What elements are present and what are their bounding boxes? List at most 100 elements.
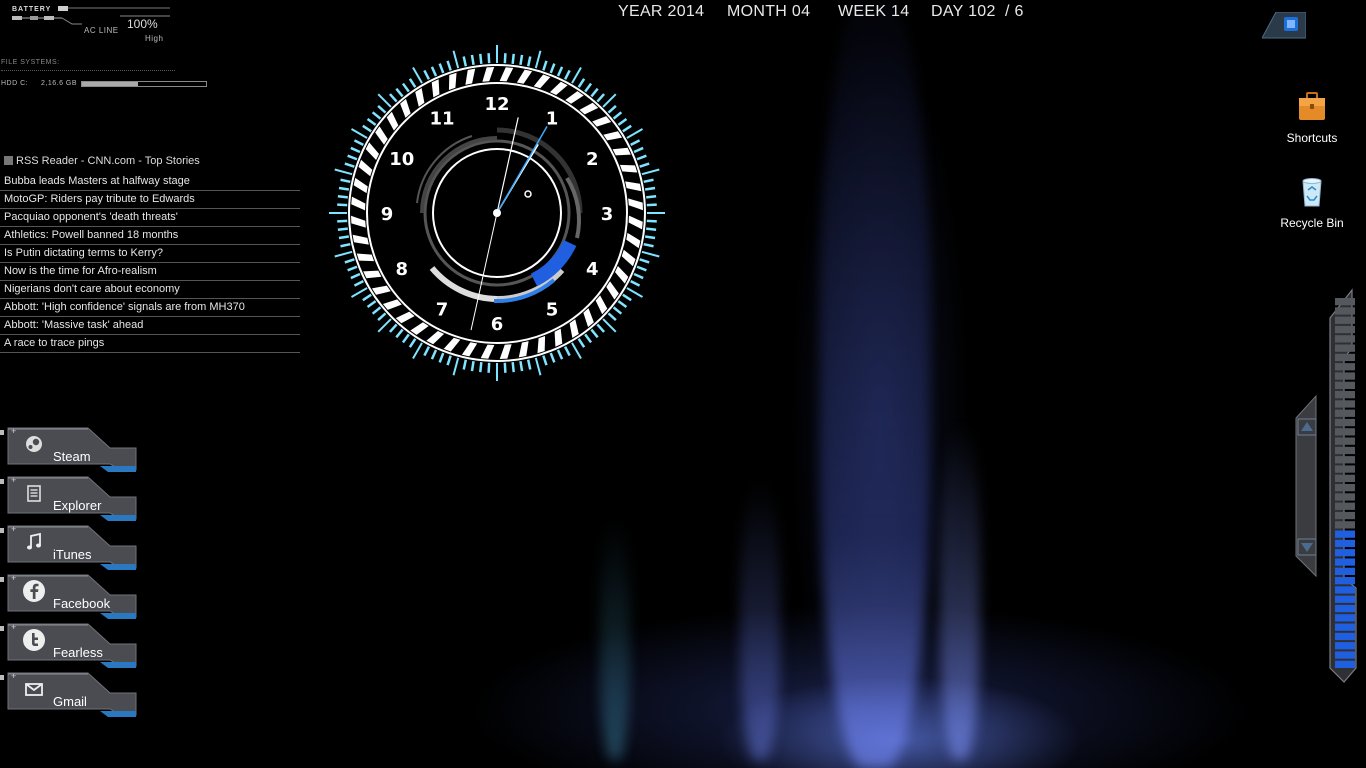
clock-tick [337, 227, 348, 231]
clock-segment [628, 198, 643, 211]
wallpaper-beam [600, 520, 630, 760]
clock-tick [503, 362, 507, 373]
calendar-weekday: / 6 [1005, 3, 1024, 20]
clock-segment [537, 335, 546, 354]
rss-item[interactable]: A race to trace pings [0, 335, 300, 353]
clock-number: 6 [491, 314, 504, 335]
clock-tick [633, 272, 644, 280]
volume-bar [1335, 325, 1355, 334]
clock-tick [366, 117, 377, 126]
desktop-icon-label: Shortcuts [1286, 131, 1338, 145]
clock-segment [371, 285, 391, 295]
clock-tick [526, 359, 532, 370]
clock-second-hand [496, 126, 548, 214]
drive-size: 2,16.6 GB [41, 80, 78, 87]
rss-item[interactable]: Athletics: Powell banned 18 months [0, 227, 300, 245]
volume-bar [1335, 446, 1355, 455]
rss-item[interactable]: MotoGP: Riders pay tribute to Edwards [0, 191, 300, 209]
volume-bar [1335, 298, 1355, 306]
rss-item[interactable]: Now is the time for Afro-realism [0, 263, 300, 281]
rss-item[interactable]: Bubba leads Masters at halfway stage [0, 173, 300, 191]
clock-tick [351, 287, 368, 298]
clock-segment [615, 265, 629, 284]
launcher-label: Gmail [53, 694, 87, 709]
volume-bar [1335, 418, 1355, 427]
desktop-icon-recycle-bin[interactable]: Recycle Bin [1272, 175, 1352, 230]
clock-tick [344, 258, 355, 264]
clock-tick [596, 323, 605, 333]
rss-title: RSS Reader - CNN.com - Top Stories [4, 155, 200, 167]
launcher-gmail[interactable]: + Gmail [0, 671, 140, 719]
calendar-day: DAY 102 [931, 3, 996, 20]
drive-usage-fill [82, 82, 138, 86]
launcher-label: iTunes [53, 547, 92, 562]
rss-item[interactable]: Abbott: 'Massive task' ahead [0, 317, 300, 335]
launcher-explorer[interactable]: + Explorer [0, 475, 140, 523]
volume-bar [1335, 465, 1355, 473]
desktop-icon-shortcuts[interactable]: Shortcuts [1272, 90, 1352, 145]
rss-item[interactable]: Is Putin dictating terms to Kerry? [0, 245, 300, 263]
clock-tick [438, 63, 445, 74]
launcher-facebook[interactable]: + Facebook [0, 573, 140, 621]
clock-tick [462, 56, 468, 67]
clock-number: 4 [586, 259, 599, 280]
clock-tick [596, 93, 605, 103]
volume-bar [1335, 316, 1355, 324]
volume-up-button[interactable] [1297, 418, 1317, 436]
clock-tick [644, 235, 656, 240]
clock-tick [622, 124, 632, 133]
clock-tick [377, 312, 387, 321]
volume-meter [1295, 288, 1357, 683]
clock-segment [554, 328, 563, 347]
clock-number: 1 [546, 109, 559, 130]
clock-tick [636, 154, 647, 161]
volume-bar [1335, 632, 1355, 641]
volume-bar [1335, 530, 1355, 538]
clock-tick [350, 272, 361, 280]
clock-tick [630, 139, 641, 147]
clock-segment [426, 331, 445, 345]
clock-tick [401, 82, 410, 93]
volume-bar [1335, 391, 1355, 399]
clock-segment [621, 249, 636, 267]
volume-bar [1335, 521, 1355, 529]
clock-tick [503, 53, 507, 64]
clock-tick [607, 105, 617, 114]
clock-tick [408, 338, 417, 348]
clock-segment [386, 111, 399, 131]
volume-bar [1335, 353, 1355, 362]
launcher-fearless[interactable]: + Fearless [0, 622, 140, 670]
arrow-up-icon [1301, 422, 1313, 431]
clock-segment [415, 87, 425, 107]
volume-bar [1335, 307, 1355, 315]
clock-tick [338, 186, 350, 191]
volume-bar [1335, 502, 1355, 510]
clock-segment [461, 342, 478, 357]
clock-segment [482, 67, 495, 82]
launcher-steam[interactable]: + Steam [0, 426, 140, 474]
battery-percent: 100% [127, 17, 158, 31]
launcher-label: Steam [53, 449, 91, 464]
clock-number: 5 [546, 299, 559, 320]
volume-bar [1335, 539, 1355, 548]
clock-tick [462, 359, 468, 370]
rss-item[interactable]: Pacquiao opponent's 'death threats' [0, 209, 300, 227]
volume-bar [1335, 586, 1355, 594]
volume-down-button[interactable] [1297, 538, 1317, 556]
clock-segment [603, 131, 623, 141]
clock-tick [362, 124, 372, 133]
launcher-label: Facebook [53, 596, 111, 611]
volume-bar [1335, 363, 1355, 371]
rss-item[interactable]: Nigerians don't care about economy [0, 281, 300, 299]
clock-segment [533, 74, 551, 89]
rss-item[interactable]: Abbott: 'High confidence' signals are fr… [0, 299, 300, 317]
volume-bar [1335, 642, 1355, 650]
clock-tick [479, 53, 483, 64]
clock-segment [448, 72, 457, 91]
battery-mode: High [145, 34, 164, 43]
corner-menu-button[interactable] [1262, 12, 1306, 40]
clock-tick [646, 219, 657, 223]
volume-bar [1335, 549, 1355, 557]
launcher-itunes[interactable]: + iTunes [0, 524, 140, 572]
volume-bar [1335, 651, 1355, 659]
